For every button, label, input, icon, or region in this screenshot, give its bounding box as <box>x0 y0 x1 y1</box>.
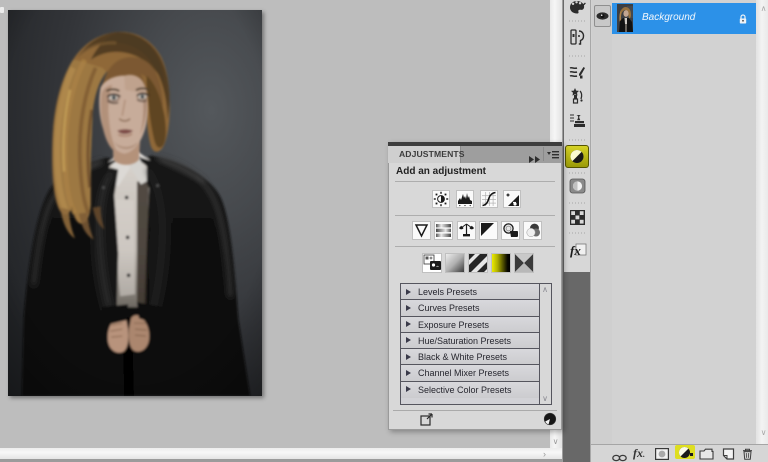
svg-text:fx: fx <box>570 243 581 258</box>
